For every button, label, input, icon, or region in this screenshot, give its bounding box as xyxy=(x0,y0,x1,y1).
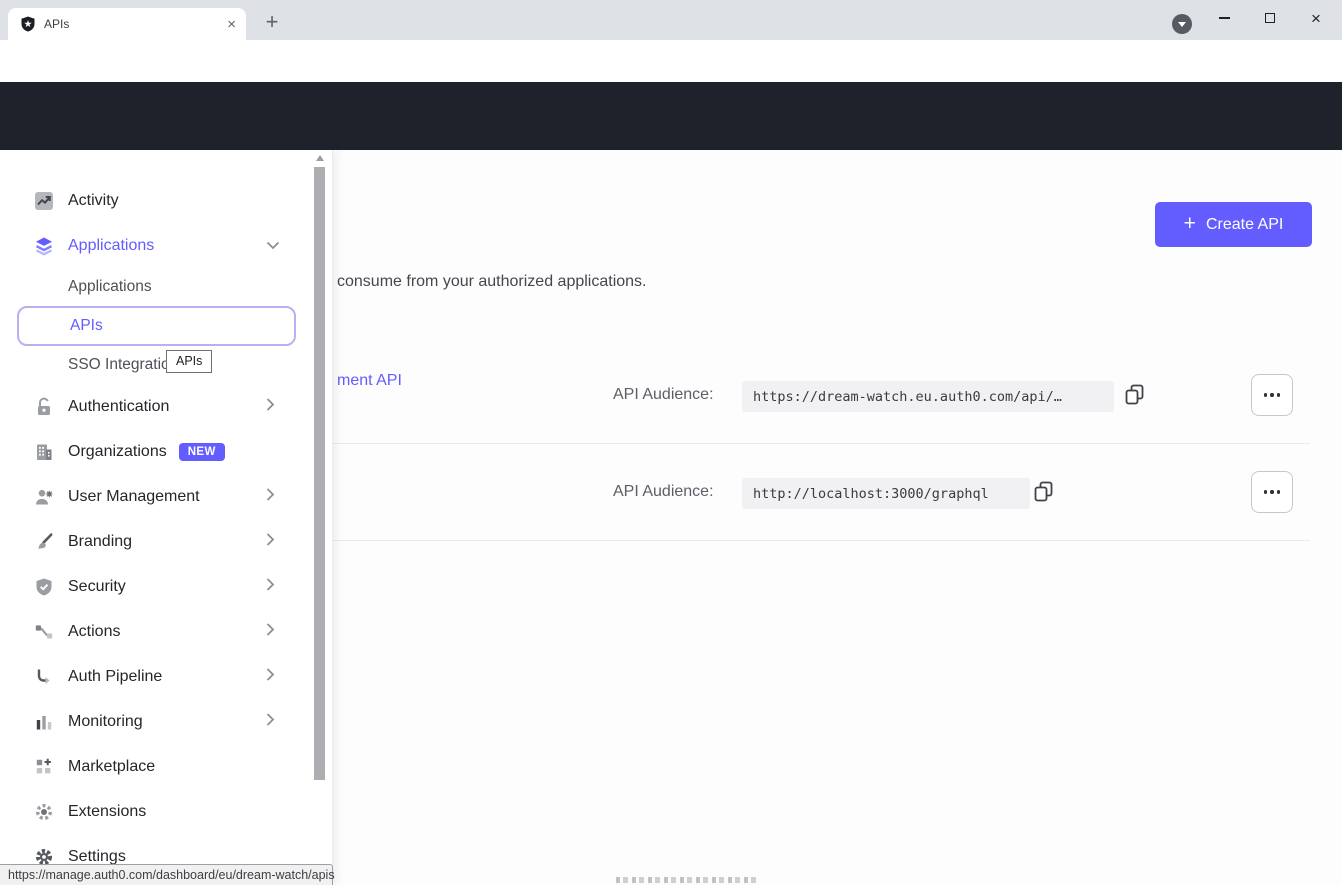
sidebar-item-applications[interactable]: Applications xyxy=(0,268,332,306)
sidebar-item-user-management[interactable]: User Management xyxy=(0,474,332,519)
marketplace-icon xyxy=(34,757,54,777)
chevron-right-icon xyxy=(266,397,275,416)
new-tab-button[interactable]: + xyxy=(258,8,286,36)
api-name-link[interactable]: ment API xyxy=(337,372,402,390)
apis-page-content: + Create API consume from your authorize… xyxy=(0,150,1342,885)
scrollbar-thumb[interactable] xyxy=(314,167,325,780)
plus-icon: + xyxy=(1184,212,1196,236)
security-icon xyxy=(34,577,54,597)
copy-icon xyxy=(1033,480,1055,504)
copy-icon xyxy=(1124,383,1146,407)
maximize-window-button[interactable] xyxy=(1248,0,1292,36)
tab-title: APIs xyxy=(44,17,227,31)
minimize-window-button[interactable] xyxy=(1202,0,1246,36)
tab-search-button[interactable] xyxy=(1172,14,1192,34)
sidebar-item-label: Applications xyxy=(68,278,152,296)
apis-tooltip: APIs xyxy=(166,350,212,373)
sidebar-item-label: Actions xyxy=(68,623,120,641)
sidebar-item-extensions[interactable]: Extensions xyxy=(0,789,332,834)
sidebar-item-label: Organizations xyxy=(68,443,167,461)
chevron-right-icon xyxy=(266,712,275,731)
row-divider xyxy=(333,443,1310,444)
actions-icon xyxy=(34,622,54,642)
sidebar-item-actions[interactable]: Actions xyxy=(0,609,332,654)
lock-icon xyxy=(34,397,54,417)
api-audience-label: API Audience: xyxy=(613,483,714,501)
minimize-icon xyxy=(1219,17,1230,18)
api-audience-label: API Audience: xyxy=(613,386,714,404)
activity-icon xyxy=(34,191,54,211)
auth0-favicon-icon xyxy=(20,16,36,32)
new-badge: NEW xyxy=(179,443,225,461)
sidebar-item-label: Security xyxy=(68,578,126,596)
organizations-icon xyxy=(34,442,54,462)
tab-strip: APIs × + × xyxy=(0,0,1342,40)
chevron-right-icon xyxy=(266,532,275,551)
sidebar-item-label: Branding xyxy=(68,533,132,551)
browser-window: APIs × + × ← → ↻ manage.auth0.com/dashbo… xyxy=(0,0,1342,885)
applications-icon xyxy=(34,236,54,256)
sidebar-item-authentication[interactable]: Authentication xyxy=(0,384,332,429)
row-actions-button[interactable] xyxy=(1251,374,1293,416)
sidebar-item-branding[interactable]: Branding xyxy=(0,519,332,564)
scrollbar-up-arrow-icon[interactable] xyxy=(316,155,324,161)
sidebar-menu: ActivityApplicationsApplicationsAPIsSSO … xyxy=(0,150,332,879)
sidebar-item-activity[interactable]: Activity xyxy=(0,178,332,223)
clipped-bottom-text xyxy=(616,877,756,883)
sidebar-navigation: ActivityApplicationsApplicationsAPIsSSO … xyxy=(0,150,333,885)
maximize-icon xyxy=(1265,13,1275,23)
copy-button[interactable] xyxy=(1124,383,1146,407)
user-management-icon xyxy=(34,487,54,507)
monitoring-icon xyxy=(34,712,54,732)
sidebar-item-security[interactable]: Security xyxy=(0,564,332,609)
sidebar-item-label: Authentication xyxy=(68,398,169,416)
sidebar-item-label: Settings xyxy=(68,848,126,866)
chevron-down-icon xyxy=(1178,22,1186,27)
close-icon: × xyxy=(1311,10,1321,27)
create-api-button[interactable]: + Create API xyxy=(1155,202,1312,247)
sidebar-item-monitoring[interactable]: Monitoring xyxy=(0,699,332,744)
chevron-right-icon xyxy=(266,487,275,506)
api-audience-value: https://dream-watch.eu.auth0.com/api/… xyxy=(742,381,1114,412)
api-audience-value: http://localhost:3000/graphql xyxy=(742,478,1030,509)
sidebar-item-label: Marketplace xyxy=(68,758,155,776)
branding-icon xyxy=(34,532,54,552)
sidebar-item-organizations[interactable]: Organizations NEW xyxy=(0,429,332,474)
row-actions-button[interactable] xyxy=(1251,471,1293,513)
close-window-button[interactable]: × xyxy=(1294,0,1338,36)
sidebar-item-auth-pipeline[interactable]: Auth Pipeline xyxy=(0,654,332,699)
browser-toolbar: ← → ↻ manage.auth0.com/dashboard/eu/drea… xyxy=(0,40,1342,82)
extensions-icon xyxy=(34,802,54,822)
sidebar-item-label: Activity xyxy=(68,192,119,210)
auth0-top-navbar: dream-watch Discuss your needs Docs xyxy=(0,82,1342,150)
close-tab-icon[interactable]: × xyxy=(227,17,236,32)
sidebar-item-label: Auth Pipeline xyxy=(68,668,162,686)
sidebar-item-marketplace[interactable]: Marketplace xyxy=(0,744,332,789)
chevron-right-icon xyxy=(266,622,275,641)
sidebar-scrollbar[interactable] xyxy=(314,150,326,885)
browser-tab-apis[interactable]: APIs × xyxy=(8,8,246,40)
chevron-right-icon xyxy=(266,667,275,686)
sidebar-item-label: User Management xyxy=(68,488,200,506)
row-divider xyxy=(333,540,1310,541)
auth-pipeline-icon xyxy=(34,667,54,687)
status-bar-url: https://manage.auth0.com/dashboard/eu/dr… xyxy=(0,864,333,885)
chevron-right-icon xyxy=(266,577,275,596)
sidebar-item-label: Monitoring xyxy=(68,713,143,731)
sidebar-item-label: Applications xyxy=(68,237,154,255)
sidebar-item-label: Extensions xyxy=(68,803,146,821)
chevron-down-icon xyxy=(266,237,280,255)
page-subtitle: consume from your authorized application… xyxy=(337,273,647,291)
sidebar-item-label: APIs xyxy=(70,317,103,335)
sidebar-item-apis[interactable]: APIs xyxy=(17,306,296,346)
sidebar-item-applications[interactable]: Applications xyxy=(0,223,332,268)
copy-button[interactable] xyxy=(1033,480,1055,504)
